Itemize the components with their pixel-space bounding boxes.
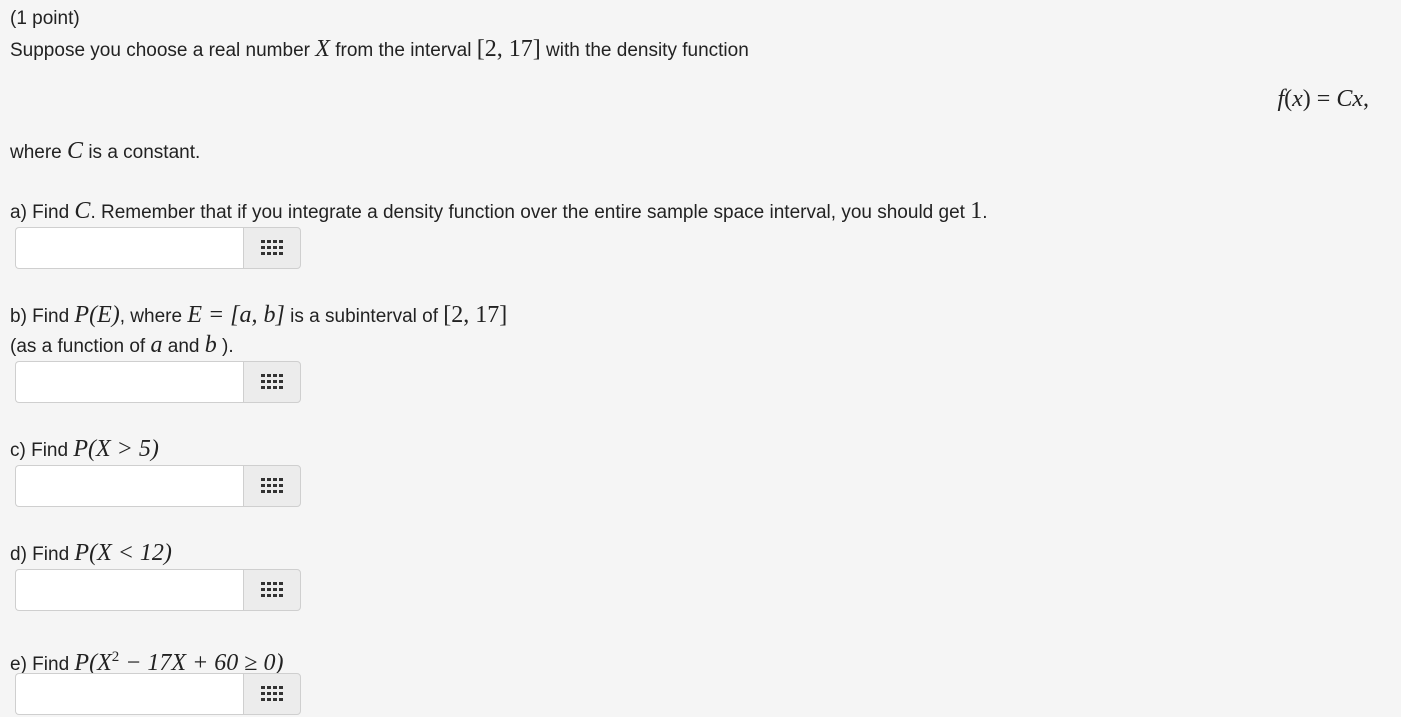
equation-palette-button-d[interactable] <box>243 569 301 611</box>
answer-e-input[interactable] <box>15 673 244 715</box>
question-c: c) Find P(X > 5) <box>10 436 159 462</box>
question-b-note: (as a function of a and b ). <box>10 332 234 358</box>
grid-icon <box>261 374 284 389</box>
answer-d-input[interactable] <box>15 569 244 611</box>
question-d: d) Find P(X < 12) <box>10 540 172 566</box>
grid-icon <box>261 240 284 255</box>
equation-palette-button-a[interactable] <box>243 227 301 269</box>
answer-a-input[interactable] <box>15 227 244 269</box>
question-b: b) Find P(E), where E = [a, b] is a subi… <box>10 302 508 328</box>
density-formula: f(x) = Cx, <box>1277 86 1369 112</box>
answer-b-input[interactable] <box>15 361 244 403</box>
question-a: a) Find C. Remember that if you integrat… <box>10 198 988 224</box>
answer-c-input[interactable] <box>15 465 244 507</box>
answer-d <box>15 569 301 611</box>
constant-note: where C is a constant. <box>10 138 201 164</box>
equation-palette-button-b[interactable] <box>243 361 301 403</box>
answer-c <box>15 465 301 507</box>
grid-icon <box>261 582 284 597</box>
equation-palette-button-c[interactable] <box>243 465 301 507</box>
answer-b <box>15 361 301 403</box>
answer-e <box>15 673 301 715</box>
grid-icon <box>261 478 284 493</box>
problem-intro: Suppose you choose a real number X from … <box>10 36 749 62</box>
problem-points: (1 point) <box>10 8 80 29</box>
equation-palette-button-e[interactable] <box>243 673 301 715</box>
answer-a <box>15 227 301 269</box>
grid-icon <box>261 686 284 701</box>
